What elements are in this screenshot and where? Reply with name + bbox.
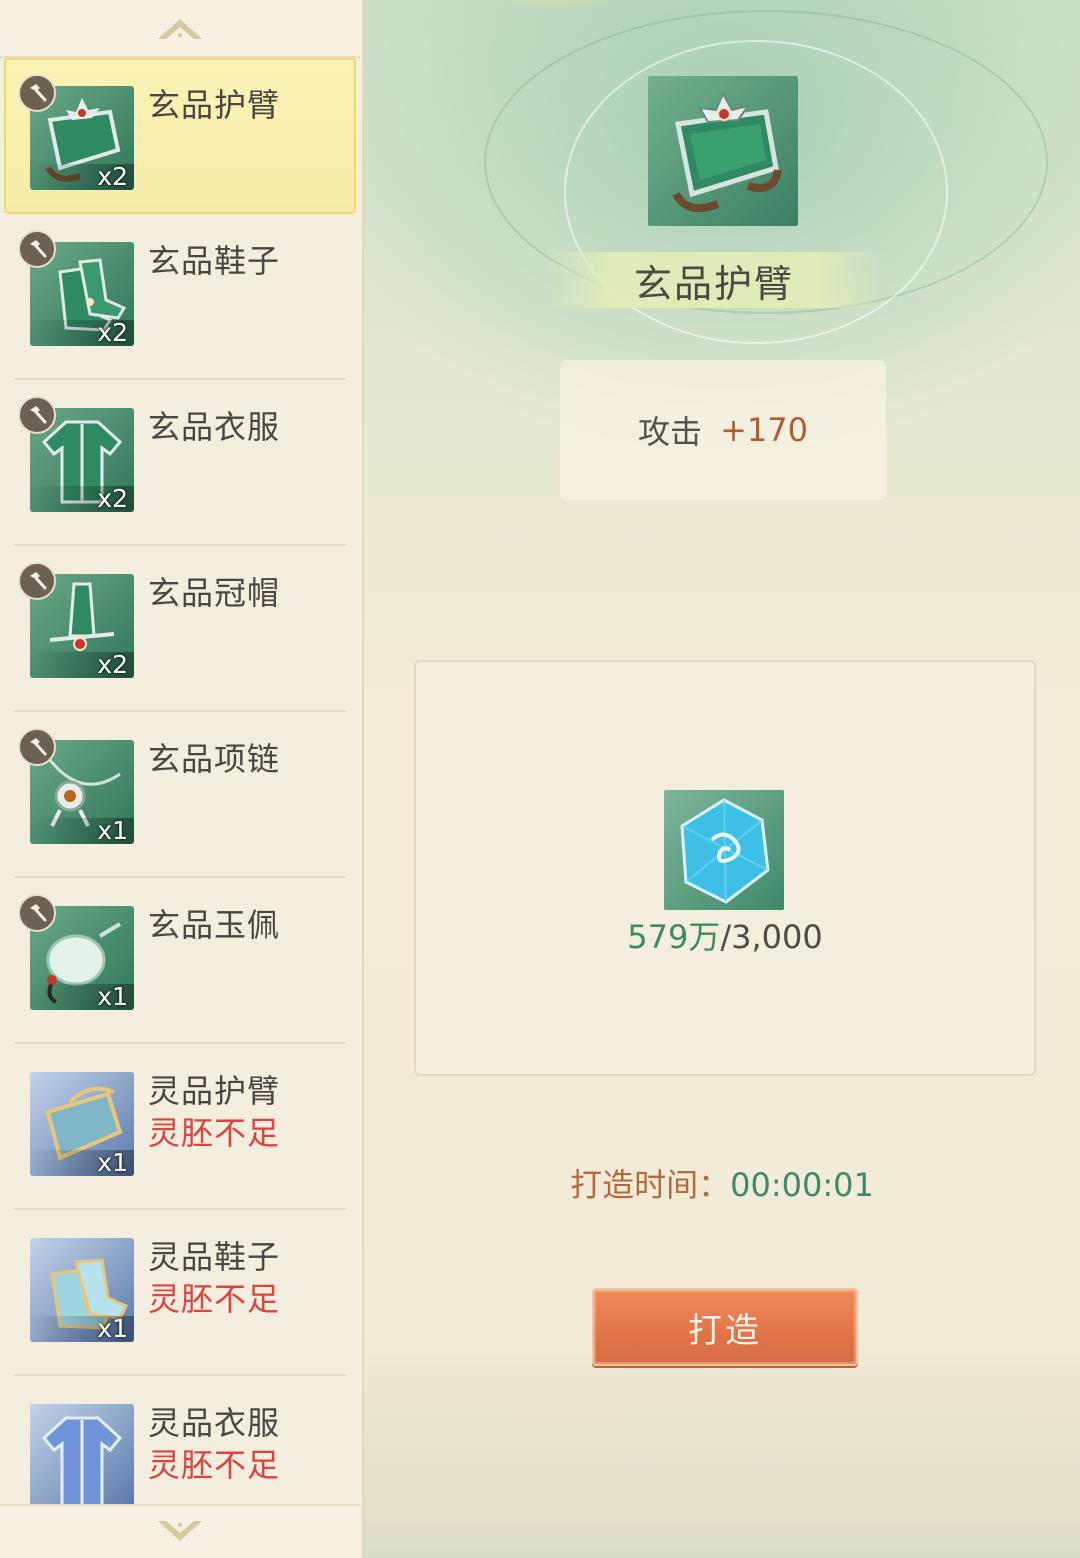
item-count: x2 (30, 652, 134, 678)
equipment-list-item[interactable]: x2 玄品衣服 (14, 380, 346, 546)
selected-item-preview (648, 76, 798, 226)
spirit-crystal-icon (680, 798, 770, 904)
equipment-list-item[interactable]: x2 玄品鞋子 (14, 214, 346, 380)
equipment-list-item[interactable]: x1 灵品护臂灵胚不足 (14, 1044, 346, 1210)
item-name: 玄品冠帽 (148, 574, 281, 612)
material-requirement-box: 579万/3,000 (414, 660, 1036, 1076)
item-name: 玄品衣服 (148, 408, 281, 446)
hammer-icon (30, 84, 47, 102)
item-count: x1 (30, 818, 134, 844)
hammer-icon (30, 572, 47, 590)
sun-glow-decoration (474, 0, 644, 10)
chevron-down-icon (158, 1521, 202, 1541)
hammer-icon (30, 240, 47, 258)
item-count: x2 (30, 486, 134, 512)
material-amount: 579万/3,000 (416, 912, 1034, 958)
item-count: x1 (30, 984, 134, 1010)
stat-label: 攻击 (638, 413, 703, 451)
item-name: 玄品鞋子 (148, 242, 281, 280)
scroll-down-button[interactable] (0, 1504, 360, 1558)
item-count: x2 (30, 320, 134, 346)
craftable-badge (18, 728, 56, 766)
item-title: 玄品护臂 (633, 261, 794, 306)
item-count: x1 (30, 1150, 134, 1176)
item-name: 灵品衣服 (148, 1404, 281, 1442)
equipment-list-panel: x2 玄品护臂 x2 玄品鞋子 x2 玄品衣服 x2 玄品冠帽 x1 玄品项链 x1 玄品玉佩 x1 灵品… (0, 0, 364, 1558)
stat-value: +170 (720, 411, 808, 449)
item-icon-frame (30, 1404, 134, 1508)
item-icon-frame: x1 (30, 1072, 134, 1176)
material-slot[interactable] (664, 790, 784, 910)
item-status-warning: 灵胚不足 (148, 1446, 281, 1484)
hammer-icon (30, 406, 47, 424)
craft-detail-panel: 玄品护臂 攻击 +170 579万/3,000 打造时间：00:00:01 打造 (364, 0, 1080, 1558)
item-name: 灵品鞋子 (148, 1238, 281, 1276)
equipment-list-item[interactable]: x2 玄品护臂 (4, 58, 356, 214)
craft-time-value: 00:00:01 (730, 1166, 874, 1204)
material-owned: 579万 (627, 918, 721, 956)
equipment-list-item[interactable]: x2 玄品冠帽 (14, 546, 346, 712)
craftable-badge (18, 894, 56, 932)
bracer-icon (672, 91, 782, 213)
item-name-banner: 玄品护臂 (544, 252, 884, 308)
craftable-badge (18, 230, 56, 268)
craftable-badge (18, 74, 56, 112)
item-name: 玄品项链 (148, 740, 281, 778)
background-hills (364, 1338, 1080, 1558)
equipment-list-item[interactable]: x1 玄品玉佩 (14, 878, 346, 1044)
item-count: x2 (30, 164, 134, 190)
chevron-up-icon (158, 19, 202, 39)
craft-time: 打造时间：00:00:01 (364, 1160, 1080, 1206)
robe-icon (41, 1416, 123, 1508)
material-required: /3,000 (720, 918, 823, 956)
stat-box: 攻击 +170 (560, 360, 886, 500)
equipment-list-item[interactable]: x1 玄品项链 (14, 712, 346, 878)
craft-time-label: 打造时间： (570, 1166, 731, 1204)
hammer-icon (30, 738, 47, 756)
item-icon-frame: x1 (30, 1238, 134, 1342)
craftable-badge (18, 396, 56, 434)
item-status-warning: 灵胚不足 (148, 1114, 281, 1152)
equipment-list: x2 玄品护臂 x2 玄品鞋子 x2 玄品衣服 x2 玄品冠帽 x1 玄品项链 x1 玄品玉佩 x1 灵品… (0, 58, 360, 1542)
scroll-up-button[interactable] (0, 0, 360, 58)
item-name: 玄品玉佩 (148, 906, 281, 944)
item-count: x1 (30, 1316, 134, 1342)
item-name: 玄品护臂 (148, 86, 281, 124)
item-status-warning: 灵胚不足 (148, 1280, 281, 1318)
item-name: 灵品护臂 (148, 1072, 281, 1110)
equipment-list-item[interactable]: x1 灵品鞋子灵胚不足 (14, 1210, 346, 1376)
hammer-icon (30, 904, 47, 922)
craftable-badge (18, 562, 56, 600)
